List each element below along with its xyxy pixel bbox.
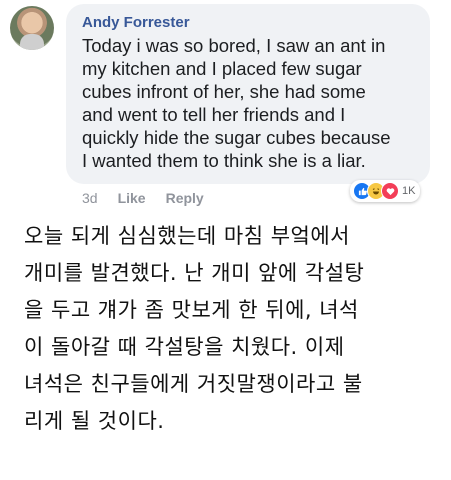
comment-text: Today i was so bored, I saw an ant in my… [82, 34, 422, 172]
translation-line: 을 두고 걔가 좀 맛보게 한 뒤에, 녀석 [24, 298, 359, 322]
translation-line: 개미를 발견했다. 난 개미 앞에 각설탕 [24, 261, 365, 285]
comment-line: my kitchen and I placed few sugar [82, 58, 362, 79]
comment-line: quickly hide the sugar cubes because [82, 127, 391, 148]
translation-line: 이 돌아갈 때 각설탕을 치웠다. 이제 [24, 335, 345, 359]
comment-line: cubes infront of her, she had some [82, 81, 366, 102]
reply-button[interactable]: Reply [166, 190, 204, 206]
comment-line: I wanted them to think she is a liar. [82, 150, 366, 171]
reaction-count: 1K [402, 185, 416, 197]
translation-line: 오늘 되게 심심했는데 마침 부엌에서 [24, 224, 350, 248]
comment-line: Today i was so bored, I saw an ant in [82, 35, 386, 56]
comment-bubble: Andy Forrester Today i was so bored, I s… [66, 4, 430, 184]
comment-timestamp[interactable]: 3d [82, 190, 98, 206]
avatar[interactable] [10, 6, 54, 50]
like-button[interactable]: Like [118, 190, 146, 206]
comment-line: and went to tell her friends and I [82, 104, 346, 125]
comment-author[interactable]: Andy Forrester [82, 14, 190, 31]
love-icon [381, 182, 399, 200]
korean-translation: 오늘 되게 심심했는데 마침 부엌에서 개미를 발견했다. 난 개미 앞에 각설… [24, 218, 444, 440]
comment-actions: 3d Like Reply [82, 190, 204, 206]
translation-line: 리게 될 것이다. [24, 409, 165, 433]
translation-line: 녀석은 친구들에게 거짓말쟁이라고 불 [24, 372, 363, 396]
reactions-summary[interactable]: 1K [350, 180, 421, 202]
